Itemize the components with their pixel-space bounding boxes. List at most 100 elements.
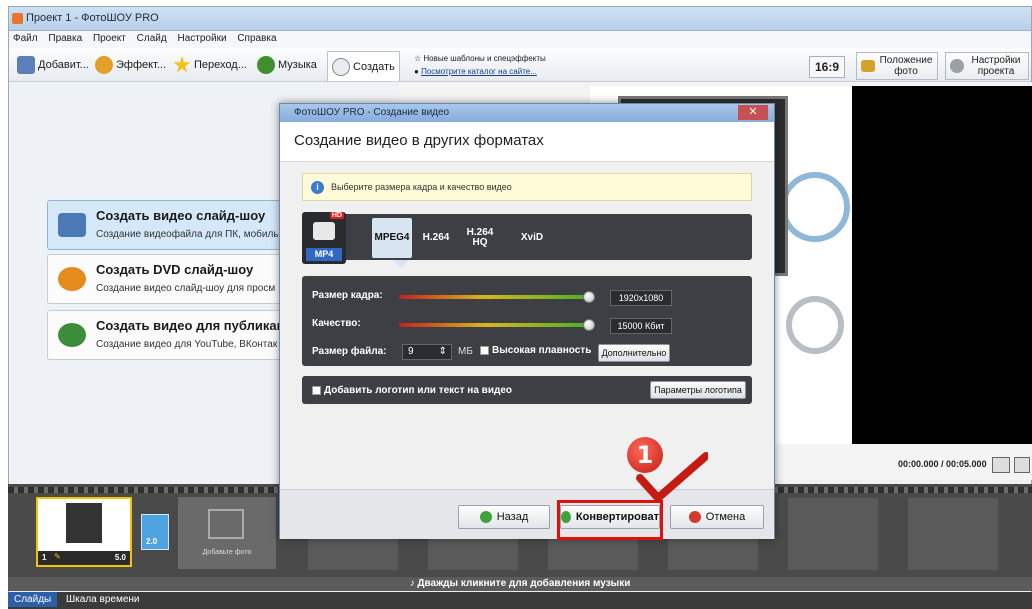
music-track[interactable]: ♪ Дважды кликните для добавления музыки: [8, 577, 1032, 591]
menu-settings[interactable]: Настройки: [174, 31, 231, 46]
gear-icon: [950, 59, 964, 73]
mp4-label: MP4: [306, 248, 342, 261]
frame-size-label: Размер кадра:: [312, 290, 383, 301]
slide-info-bar: 1 ✎ 5.0: [38, 551, 130, 565]
card-subtitle: Создание видео слайд-шоу для просм: [96, 283, 276, 294]
frame-size-slider[interactable]: [399, 295, 589, 299]
menu-bar: Файл Правка Проект Слайд Настройки Справ…: [9, 31, 1031, 48]
format-h264[interactable]: H.264: [416, 218, 456, 258]
checkmark-icon: [636, 452, 708, 502]
news-link-row: ● Посмотрите каталог на сайте...: [414, 67, 537, 76]
dvd-icon: [58, 267, 86, 291]
back-label: Назад: [496, 511, 529, 523]
tab-label: Создать: [353, 60, 395, 73]
quality-knob[interactable]: [583, 319, 595, 331]
image-placeholder-icon: [208, 509, 244, 539]
video-file-icon: [58, 213, 86, 237]
slide-duration: 5.0: [114, 553, 126, 562]
info-icon: i: [311, 181, 324, 194]
dialog-title-bar: ФотоШОУ PRO - Создание видео ✕: [280, 104, 774, 122]
aspect-ratio-button[interactable]: 16:9: [809, 56, 845, 78]
catalog-link[interactable]: Посмотрите каталог на сайте...: [421, 67, 537, 76]
add-photo-icon: [17, 56, 35, 74]
back-button[interactable]: Назад: [458, 505, 550, 529]
music-icon: [257, 56, 275, 74]
frame-size-knob[interactable]: [583, 291, 595, 303]
checkbox-box[interactable]: [312, 386, 321, 395]
photo-position-icon: [861, 60, 875, 72]
dialog-heading: Создание видео в других форматах: [294, 132, 544, 149]
news-headline: ☆ Новые шаблоны и спецэффекты: [414, 54, 546, 63]
app-icon: [12, 13, 23, 24]
back-arrow-icon: [479, 511, 492, 523]
file-size-unit: МБ: [458, 346, 473, 357]
tab-create[interactable]: Создать: [327, 51, 400, 81]
window-title: Проект 1 - ФотоШОУ PRO: [26, 12, 159, 24]
slide-number: 1: [42, 553, 47, 562]
dialog-header: Создание видео в других форматах: [280, 122, 774, 162]
menu-edit[interactable]: Правка: [44, 31, 86, 46]
cancel-button[interactable]: Отмена: [670, 505, 764, 529]
advanced-button[interactable]: Дополнительно: [598, 344, 670, 362]
ring-image: [780, 172, 850, 242]
tab-slides[interactable]: Слайды: [8, 592, 58, 607]
photo-position-button[interactable]: Положение фото: [856, 52, 938, 80]
tab-music[interactable]: Музыка: [253, 52, 321, 78]
photo-position-label: Положение фото: [879, 55, 933, 77]
slide-thumbnail[interactable]: 1 ✎ 5.0: [36, 497, 132, 567]
project-settings-button[interactable]: Настройки проекта: [945, 52, 1029, 80]
menu-slide[interactable]: Слайд: [133, 31, 171, 46]
format-tabs: MPEG4 H.264 H.264 HQ XviD: [372, 218, 752, 258]
transition-thumbnail[interactable]: 2.0: [141, 514, 169, 550]
camera-icon: [313, 222, 335, 240]
quality-slider[interactable]: [399, 323, 589, 327]
add-logo-checkbox[interactable]: Добавить логотип или текст на видео: [312, 385, 512, 396]
close-icon[interactable]: ✕: [738, 105, 768, 120]
news-block: ☆ Новые шаблоны и спецэффекты ● Посмотри…: [414, 52, 546, 78]
cancel-icon: [688, 511, 701, 523]
hint-box: i Выберите размера кадра и качество виде…: [302, 173, 752, 201]
format-xvid[interactable]: XviD: [512, 218, 552, 258]
menu-project[interactable]: Проект: [89, 31, 130, 46]
checkbox-box[interactable]: [480, 346, 489, 355]
card-title: Создать видео слайд-шоу: [96, 208, 266, 223]
menu-help[interactable]: Справка: [233, 31, 280, 46]
slide-image: [66, 503, 102, 543]
music-hint: Дважды кликните для добавления музыки: [417, 578, 631, 589]
tab-label: Музыка: [278, 59, 317, 71]
dialog-title: ФотоШОУ PRO - Создание видео: [294, 107, 450, 118]
video-settings-panel: Размер кадра: 1920x1080 Качество: 15000 …: [302, 276, 752, 366]
fullscreen-button[interactable]: [1014, 457, 1030, 473]
transition-duration: 2.0: [146, 537, 158, 546]
hd-badge: HD: [329, 212, 344, 219]
smooth-checkbox[interactable]: Высокая плавность: [480, 345, 591, 356]
format-mpeg4[interactable]: MPEG4: [372, 218, 412, 258]
add-logo-label: Добавить логотип или текст на видео: [324, 385, 512, 396]
add-photo-label: Добавьте фото: [202, 549, 252, 556]
tab-add-photos[interactable]: Добавит...: [13, 52, 93, 78]
edit-icon[interactable]: ✎: [54, 552, 61, 561]
news-text: Новые шаблоны и спецэффекты: [423, 54, 546, 63]
logo-params-button[interactable]: Параметры логотипа: [650, 381, 746, 399]
file-size-value: 9: [408, 346, 414, 357]
menu-file[interactable]: Файл: [9, 31, 42, 46]
tab-effects[interactable]: Эффект...: [91, 52, 170, 78]
selected-format-pointer: [393, 260, 409, 268]
tab-timeline[interactable]: Шкала времени: [60, 592, 145, 607]
globe-icon: [58, 323, 86, 347]
add-photo-slot[interactable]: Добавьте фото: [178, 497, 276, 569]
main-toolbar: Добавит... Эффект... Переход... Музыка С…: [9, 48, 1031, 82]
tab-label: Переход...: [194, 59, 247, 71]
tab-label: Добавит...: [38, 59, 89, 71]
preview-black-area: [852, 86, 1032, 444]
tab-transitions[interactable]: Переход...: [169, 52, 251, 78]
empty-slot: [908, 498, 998, 570]
card-title: Создать DVD слайд-шоу: [96, 262, 254, 277]
format-h264-hq[interactable]: H.264 HQ: [460, 218, 500, 258]
cancel-label: Отмена: [705, 511, 746, 523]
empty-slot: [788, 498, 878, 570]
snapshot-button[interactable]: [992, 457, 1010, 473]
spinner-icon[interactable]: ⇕: [439, 345, 447, 359]
project-settings-label: Настройки проекта: [971, 55, 1021, 77]
file-size-input[interactable]: 9 ⇕: [402, 344, 452, 360]
